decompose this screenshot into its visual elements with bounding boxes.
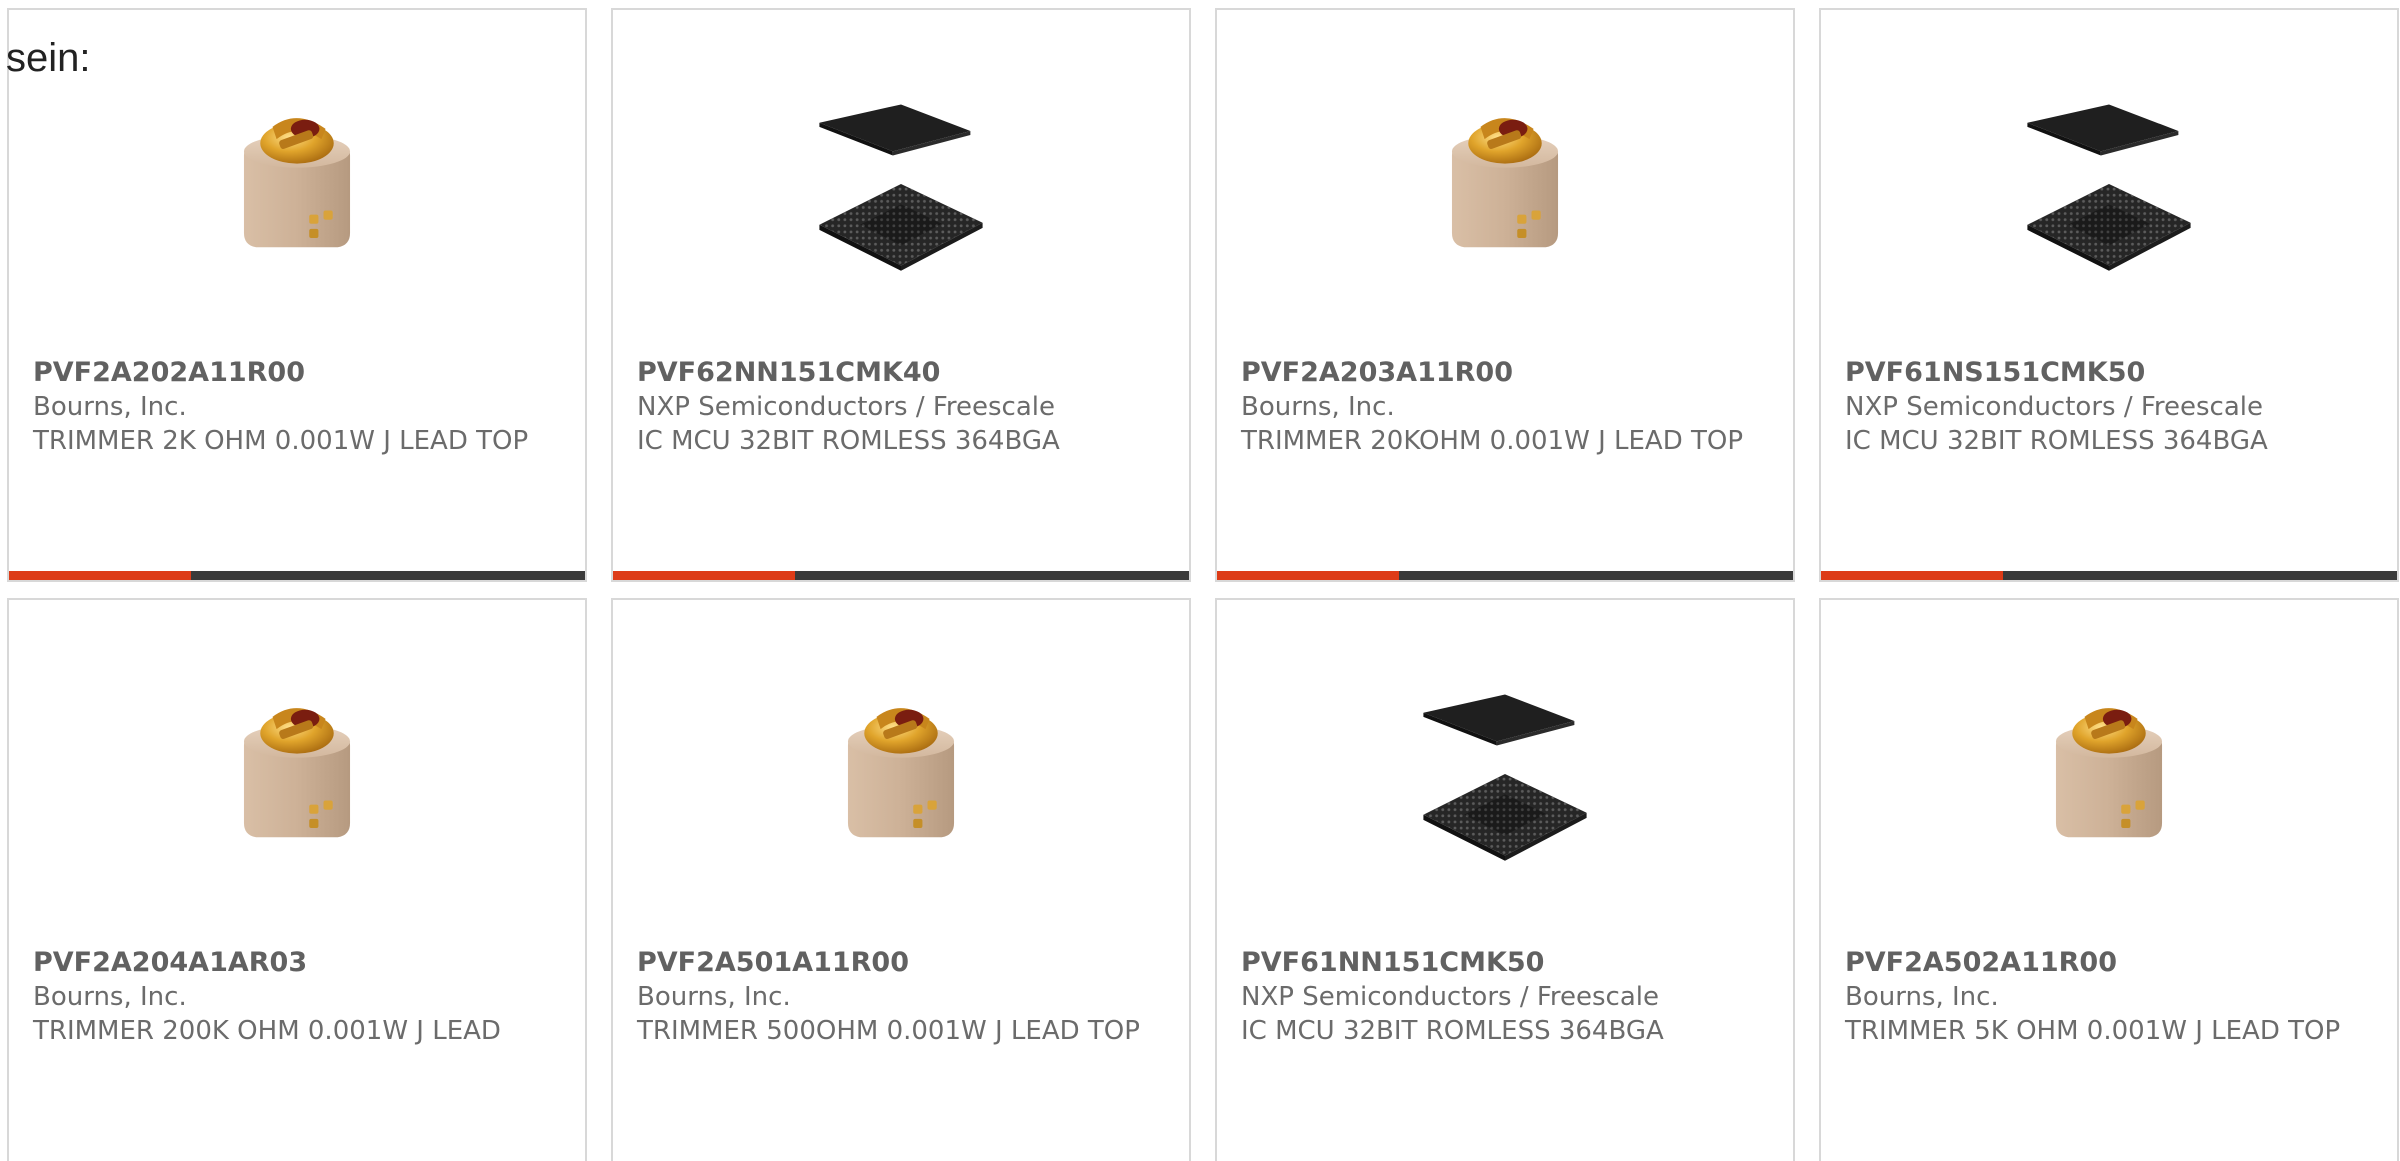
product-card[interactable]: PVF61NN151CMK50 NXP Semiconductors / Free…: [1215, 598, 1795, 1161]
description: TRIMMER 2K OHM 0.001W J LEAD TOP: [33, 426, 529, 456]
product-image[interactable]: [9, 78, 585, 290]
description: TRIMMER 200K OHM 0.001W J LEAD: [33, 1016, 501, 1046]
part-number-link[interactable]: PVF2A202A11R00: [33, 356, 567, 390]
manufacturer: NXP Semiconductors / Freescale: [1241, 982, 1660, 1012]
part-number-link[interactable]: PVF2A502A11R00: [1845, 946, 2379, 980]
intro-text: sein:: [6, 36, 91, 80]
part-number-link[interactable]: PVF2A204A1AR03: [33, 946, 567, 980]
card-footer-bar: [1217, 571, 1793, 580]
product-info: PVF2A202A11R00 Bourns, Inc. TRIMMER 2K OHM…: [33, 356, 567, 458]
product-info: PVF2A502A11R00 Bourns, Inc. TRIMMER 5K OHM…: [1845, 946, 2379, 1048]
card-accent-bar: [613, 571, 795, 580]
part-number-link[interactable]: PVF61NS151CMK50: [1845, 356, 2379, 390]
card-accent-bar: [1217, 571, 1399, 580]
description: TRIMMER 5K OHM 0.001W J LEAD TOP: [1845, 1016, 2341, 1046]
description: IC MCU 32BIT ROMLESS 364BGA: [637, 426, 1060, 456]
trimmer-potentiometer-icon: [1451, 118, 1559, 248]
product-card[interactable]: PVF2A203A11R00 Bourns, Inc. TRIMMER 20KOHM…: [1215, 8, 1795, 582]
product-info: PVF62NN151CMK40 NXP Semiconductors / Free…: [637, 356, 1171, 458]
trimmer-potentiometer-icon: [847, 708, 955, 838]
description: IC MCU 32BIT ROMLESS 364BGA: [1845, 426, 2268, 456]
manufacturer: Bourns, Inc.: [1845, 982, 1999, 1012]
card-accent-bar: [1821, 571, 2003, 580]
manufacturer: NXP Semiconductors / Freescale: [637, 392, 1056, 422]
manufacturer: Bourns, Inc.: [33, 982, 187, 1012]
description: TRIMMER 20KOHM 0.001W J LEAD TOP: [1241, 426, 1744, 456]
manufacturer: NXP Semiconductors / Freescale: [1845, 392, 2264, 422]
product-card[interactable]: PVF2A204A1AR03 Bourns, Inc. TRIMMER 200K O…: [7, 598, 587, 1161]
product-image[interactable]: [1217, 668, 1793, 880]
product-image[interactable]: [1821, 78, 2397, 290]
part-number-link[interactable]: PVF62NN151CMK40: [637, 356, 1171, 390]
part-number-link[interactable]: PVF2A501A11R00: [637, 946, 1171, 980]
product-card[interactable]: PVF61NS151CMK50 NXP Semiconductors / Free…: [1819, 8, 2399, 582]
manufacturer: Bourns, Inc.: [1241, 392, 1395, 422]
card-accent-bar: [9, 571, 191, 580]
manufacturer: Bourns, Inc.: [33, 392, 187, 422]
product-card[interactable]: PVF2A502A11R00 Bourns, Inc. TRIMMER 5K OHM…: [1819, 598, 2399, 1161]
product-info: PVF61NS151CMK50 NXP Semiconductors / Free…: [1845, 356, 2379, 458]
product-card[interactable]: PVF2A202A11R00 Bourns, Inc. TRIMMER 2K OHM…: [7, 8, 587, 582]
product-image[interactable]: [613, 668, 1189, 880]
product-card[interactable]: PVF62NN151CMK40 NXP Semiconductors / Free…: [611, 8, 1191, 582]
product-info: PVF2A204A1AR03 Bourns, Inc. TRIMMER 200K O…: [33, 946, 567, 1048]
trimmer-potentiometer-icon: [2055, 708, 2163, 838]
bga-chip-icon: [1423, 694, 1587, 861]
product-info: PVF2A501A11R00 Bourns, Inc. TRIMMER 500OHM…: [637, 946, 1171, 1048]
trimmer-potentiometer-icon: [243, 118, 351, 248]
bga-chip-icon: [2027, 104, 2191, 271]
bga-chip-icon: [819, 104, 983, 271]
trimmer-potentiometer-icon: [243, 708, 351, 838]
product-image[interactable]: [1821, 668, 2397, 880]
product-info: PVF2A203A11R00 Bourns, Inc. TRIMMER 20KOHM…: [1241, 356, 1775, 458]
card-footer-bar: [1821, 571, 2397, 580]
product-info: PVF61NN151CMK50 NXP Semiconductors / Free…: [1241, 946, 1775, 1048]
card-footer-bar: [9, 571, 585, 580]
manufacturer: Bourns, Inc.: [637, 982, 791, 1012]
product-image[interactable]: [613, 78, 1189, 290]
description: TRIMMER 500OHM 0.001W J LEAD TOP: [637, 1016, 1140, 1046]
product-image[interactable]: [9, 668, 585, 880]
description: IC MCU 32BIT ROMLESS 364BGA: [1241, 1016, 1664, 1046]
product-card[interactable]: PVF2A501A11R00 Bourns, Inc. TRIMMER 500OHM…: [611, 598, 1191, 1161]
part-number-link[interactable]: PVF2A203A11R00: [1241, 356, 1775, 390]
card-footer-bar: [613, 571, 1189, 580]
part-number-link[interactable]: PVF61NN151CMK50: [1241, 946, 1775, 980]
product-grid: sein: PVF2A202A11R00 Bourns, Inc. TRIMME…: [0, 0, 2400, 1161]
product-image[interactable]: [1217, 78, 1793, 290]
